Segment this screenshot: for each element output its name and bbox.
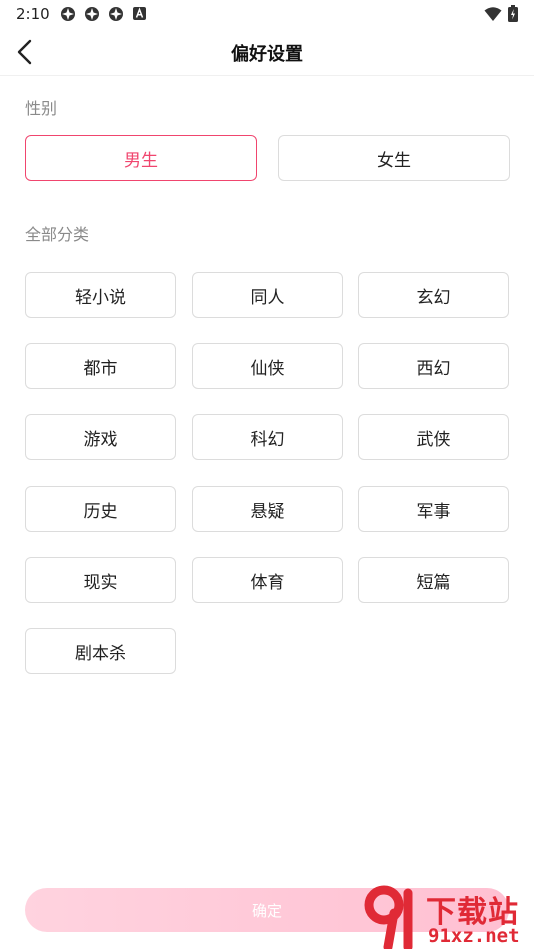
- category-option[interactable]: 仙侠: [192, 343, 343, 389]
- page-title: 偏好设置: [231, 44, 303, 65]
- category-option[interactable]: 剧本杀: [25, 628, 176, 674]
- category-option[interactable]: 西幻: [358, 343, 509, 389]
- category-option[interactable]: 现实: [25, 557, 176, 603]
- app-notification-icon: [84, 6, 100, 22]
- app-notification-icon: [60, 6, 76, 22]
- gender-section-label: 性别: [25, 99, 58, 118]
- category-option[interactable]: 轻小说: [25, 272, 176, 318]
- category-option[interactable]: 历史: [25, 486, 176, 532]
- category-section-label: 全部分类: [25, 225, 90, 244]
- category-option[interactable]: 短篇: [358, 557, 509, 603]
- category-option[interactable]: 悬疑: [192, 486, 343, 532]
- a-badge-icon: [133, 7, 146, 20]
- category-option[interactable]: 玄幻: [358, 272, 509, 318]
- status-bar: 2:10: [0, 0, 534, 28]
- category-option[interactable]: 科幻: [192, 414, 343, 460]
- gender-option-female[interactable]: 女生: [278, 135, 510, 181]
- app-notification-icon: [108, 6, 124, 22]
- category-option[interactable]: 同人: [192, 272, 343, 318]
- watermark-text-bottom: 91xz.net: [428, 925, 520, 947]
- status-time: 2:10: [16, 5, 50, 23]
- category-option[interactable]: 都市: [25, 343, 176, 389]
- battery-icon: [508, 5, 518, 22]
- category-option[interactable]: 体育: [192, 557, 343, 603]
- wifi-icon: [484, 6, 502, 22]
- watermark: 下载站 91xz.net: [362, 883, 534, 950]
- category-option[interactable]: 军事: [358, 486, 509, 532]
- watermark-logo-icon: [364, 885, 413, 949]
- nav-bar: 偏好设置: [0, 28, 534, 76]
- gender-option-male[interactable]: 男生: [25, 135, 257, 181]
- category-option[interactable]: 武侠: [358, 414, 509, 460]
- category-option[interactable]: 游戏: [25, 414, 176, 460]
